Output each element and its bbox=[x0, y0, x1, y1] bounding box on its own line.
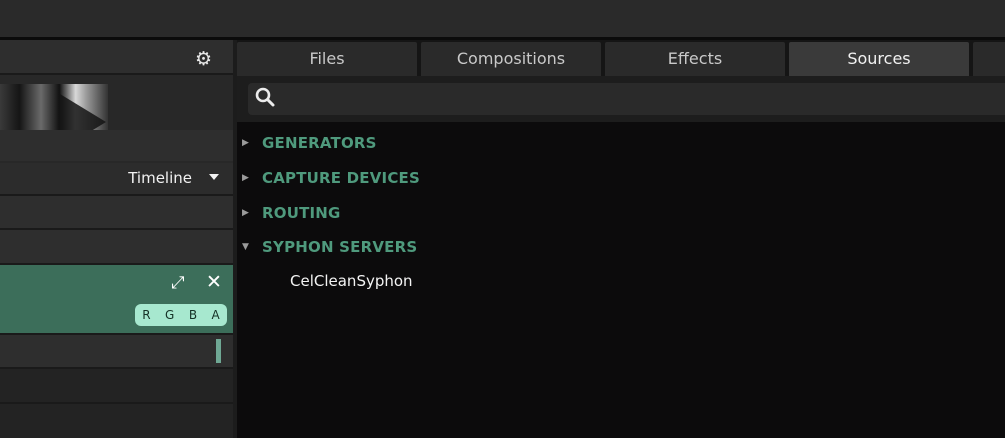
category-label: SYPHON SERVERS bbox=[262, 238, 418, 256]
left-row-blank-5 bbox=[0, 404, 233, 438]
chevron-right-icon: ▶ bbox=[242, 138, 249, 148]
channel-g-toggle[interactable]: G bbox=[165, 308, 174, 322]
channel-toggle-group: R G B A bbox=[135, 304, 227, 326]
expand-icon[interactable]: ⤢ bbox=[171, 275, 185, 292]
tab-files[interactable]: Files bbox=[237, 42, 417, 76]
left-row-blank-3 bbox=[0, 230, 233, 263]
search-input[interactable] bbox=[248, 83, 1005, 115]
gear-icon[interactable]: ⚙ bbox=[195, 49, 212, 69]
channel-a-toggle[interactable]: A bbox=[212, 308, 220, 322]
close-icon[interactable]: ✕ bbox=[206, 273, 222, 292]
level-row bbox=[0, 335, 233, 367]
search-icon bbox=[255, 87, 275, 107]
chevron-down-icon: ▼ bbox=[242, 242, 249, 252]
category-syphon-servers[interactable]: ▼ SYPHON SERVERS bbox=[242, 235, 417, 259]
channel-b-toggle[interactable]: B bbox=[189, 308, 197, 322]
chevron-right-icon: ▶ bbox=[242, 208, 249, 218]
timeline-dropdown[interactable]: Timeline bbox=[0, 163, 233, 194]
list-item-celcleansyphon[interactable]: CelCleanSyphon bbox=[290, 272, 413, 290]
top-bar bbox=[0, 0, 1005, 37]
category-generators[interactable]: ▶ GENERATORS bbox=[242, 131, 377, 155]
channel-r-toggle[interactable]: R bbox=[142, 308, 150, 322]
left-row-blank-2 bbox=[0, 196, 233, 228]
tab-bar: Files Compositions Effects Sources bbox=[237, 40, 1005, 76]
level-meter bbox=[216, 339, 221, 363]
tab-effects[interactable]: Effects bbox=[605, 42, 785, 76]
category-capture-devices[interactable]: ▶ CAPTURE DEVICES bbox=[242, 166, 420, 190]
tab-overflow[interactable] bbox=[973, 42, 1005, 76]
category-label: GENERATORS bbox=[262, 134, 377, 152]
timeline-label: Timeline bbox=[128, 169, 192, 187]
chevron-right-icon: ▶ bbox=[242, 173, 249, 183]
tab-compositions[interactable]: Compositions bbox=[421, 42, 601, 76]
category-label: CAPTURE DEVICES bbox=[262, 169, 420, 187]
category-routing[interactable]: ▶ ROUTING bbox=[242, 201, 341, 225]
category-label: ROUTING bbox=[262, 204, 341, 222]
left-row-blank-4 bbox=[0, 369, 233, 402]
left-row-blank-1 bbox=[0, 130, 233, 161]
tab-sources[interactable]: Sources bbox=[789, 42, 969, 76]
chevron-down-icon bbox=[209, 174, 219, 180]
